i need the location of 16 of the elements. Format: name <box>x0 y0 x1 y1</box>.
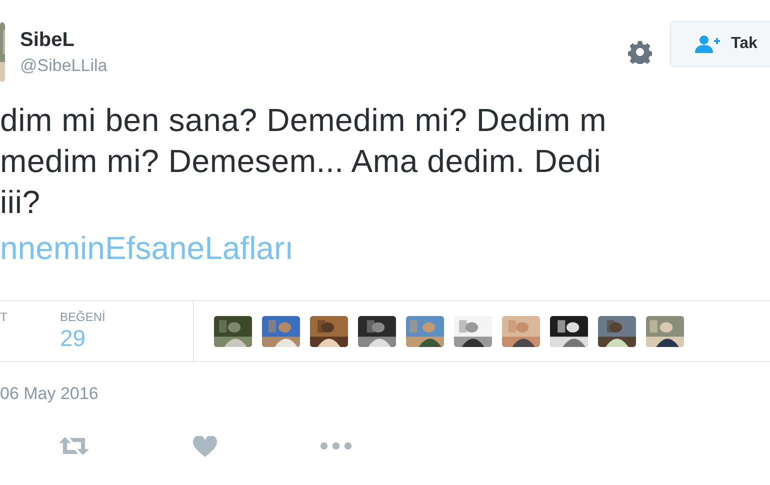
tweet-text-line: dim mi ben sana? Demedim mi? Dedim m <box>0 101 608 140</box>
follow-button[interactable]: Tak <box>670 21 770 67</box>
tweet-text-line: iii? <box>0 183 42 222</box>
settings-icon[interactable] <box>628 40 652 64</box>
hashtag-link[interactable]: nneminEfsaneLafları <box>0 226 770 270</box>
heart-icon[interactable] <box>192 436 216 456</box>
stat-label: BEĞENİ <box>60 310 106 324</box>
stat-label: T <box>0 310 8 324</box>
more-icon[interactable] <box>320 442 352 450</box>
tweet-date[interactable]: 06 May 2016 <box>0 384 770 404</box>
user-handle[interactable]: @SibeLLila <box>20 56 628 76</box>
like-count[interactable]: 29 <box>60 325 193 352</box>
retweet-icon[interactable] <box>58 437 88 455</box>
add-user-icon <box>695 35 721 53</box>
tweet-text-line: medim mi? Demesem... Ama dedim. Dedi <box>0 142 602 181</box>
user-name[interactable]: SibeL <box>20 28 628 52</box>
